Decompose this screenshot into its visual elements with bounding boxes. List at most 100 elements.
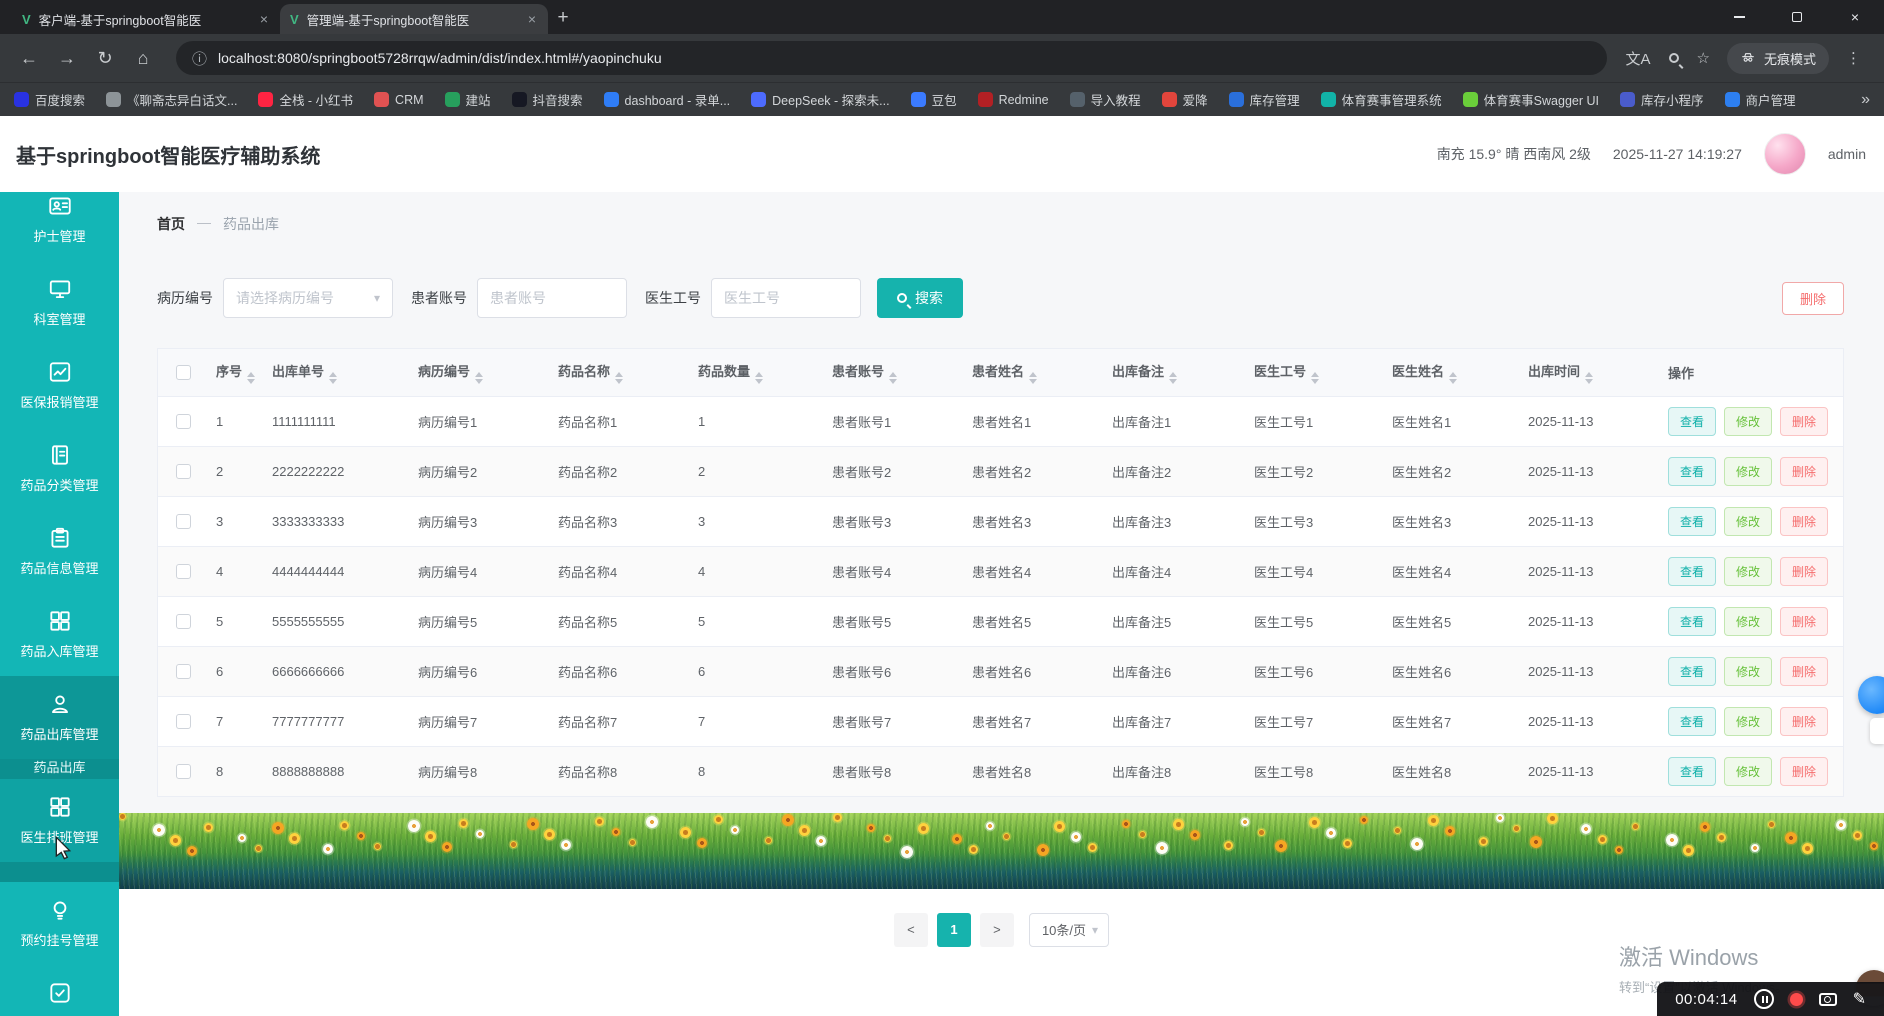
bookmark-item[interactable]: CRM: [374, 92, 424, 107]
window-maximize-button[interactable]: [1768, 0, 1826, 34]
info-icon[interactable]: ⓘ: [192, 48, 207, 69]
star-icon[interactable]: ☆: [1697, 49, 1710, 67]
case-number-select[interactable]: 请选择病历编号 ▾: [223, 278, 393, 318]
delete-row-button[interactable]: 删除: [1780, 706, 1829, 736]
view-button[interactable]: 查看: [1668, 456, 1717, 486]
row-checkbox[interactable]: [175, 463, 191, 479]
next-page-button[interactable]: >: [979, 912, 1014, 947]
sort-carets[interactable]: [1585, 371, 1594, 384]
sort-carets[interactable]: [1311, 371, 1320, 384]
bookmark-item[interactable]: 体育赛事Swagger UI: [1462, 90, 1599, 109]
doctor-id-input[interactable]: 医生工号: [711, 278, 861, 318]
view-button[interactable]: 查看: [1668, 406, 1717, 436]
sidebar-item-6[interactable]: 药品入库管理: [0, 593, 119, 676]
forward-icon[interactable]: →: [52, 48, 82, 69]
bookmark-item[interactable]: 商户管理: [1724, 90, 1796, 109]
row-checkbox[interactable]: [175, 513, 191, 529]
bookmark-item[interactable]: Redmine: [977, 92, 1049, 107]
bookmark-item[interactable]: dashboard - 录单...: [603, 90, 730, 109]
pencil-icon[interactable]: ✎: [1853, 989, 1866, 1009]
sidebar-item-12[interactable]: [0, 965, 119, 1016]
zoom-icon[interactable]: [1668, 53, 1679, 63]
sidebar-item-partial[interactable]: 药品出库: [0, 759, 119, 779]
delete-row-button[interactable]: 删除: [1780, 456, 1829, 486]
camera-icon[interactable]: [1818, 992, 1837, 1006]
floating-widget-tab[interactable]: [1870, 718, 1884, 744]
view-button[interactable]: 查看: [1668, 706, 1717, 736]
window-minimize-button[interactable]: [1710, 0, 1768, 34]
sidebar-item-3[interactable]: 医保报销管理: [0, 344, 119, 427]
sort-carets[interactable]: [889, 371, 898, 384]
delete-row-button[interactable]: 删除: [1780, 756, 1829, 786]
sort-carets[interactable]: [615, 371, 624, 384]
row-checkbox[interactable]: [175, 713, 191, 729]
delete-row-button[interactable]: 删除: [1780, 606, 1829, 636]
bookmark-item[interactable]: 百度搜索: [14, 90, 85, 109]
page-size-select[interactable]: 10条/页 ▾: [1028, 912, 1110, 947]
tab-close-icon[interactable]: ×: [258, 11, 270, 27]
floating-widget-button[interactable]: [1858, 676, 1884, 714]
bookmark-item[interactable]: 库存管理: [1228, 90, 1300, 109]
bookmark-item[interactable]: 导入教程: [1069, 90, 1141, 109]
view-button[interactable]: 查看: [1668, 556, 1717, 586]
edit-button[interactable]: 修改: [1724, 706, 1773, 736]
window-close-button[interactable]: ×: [1826, 0, 1884, 34]
edit-button[interactable]: 修改: [1724, 656, 1773, 686]
back-icon[interactable]: ←: [14, 48, 44, 69]
sort-carets[interactable]: [1449, 371, 1458, 384]
row-checkbox[interactable]: [175, 413, 191, 429]
sort-carets[interactable]: [247, 371, 256, 384]
edit-button[interactable]: 修改: [1724, 456, 1773, 486]
bookmark-item[interactable]: 全栈 - 小红书: [258, 90, 353, 109]
bookmark-item[interactable]: 《聊斋志异白话文...: [106, 90, 237, 109]
sort-carets[interactable]: [475, 371, 484, 384]
new-tab-button[interactable]: +: [548, 4, 578, 34]
bookmarks-overflow-icon[interactable]: »: [1861, 91, 1870, 109]
translate-icon[interactable]: 文A: [1626, 48, 1651, 69]
sidebar-item-partial[interactable]: [0, 862, 119, 882]
menu-icon[interactable]: ⋮: [1846, 49, 1861, 67]
delete-button[interactable]: 删除: [1781, 281, 1844, 315]
patient-account-input[interactable]: 患者账号: [477, 278, 627, 318]
browser-tab-1[interactable]: V 客户端-基于springboot智能医 ×: [12, 4, 280, 34]
bookmark-item[interactable]: 库存小程序: [1619, 90, 1704, 109]
row-checkbox[interactable]: [175, 763, 191, 779]
home-icon[interactable]: ⌂: [128, 48, 158, 69]
breadcrumb-home[interactable]: 首页: [157, 214, 185, 234]
page-1-button[interactable]: 1: [936, 912, 971, 947]
bookmark-item[interactable]: DeepSeek - 探索未...: [751, 90, 890, 109]
select-all-checkbox[interactable]: [175, 364, 191, 380]
edit-button[interactable]: 修改: [1724, 756, 1773, 786]
delete-row-button[interactable]: 删除: [1780, 556, 1829, 586]
bookmark-item[interactable]: 爱降: [1161, 90, 1208, 109]
prev-page-button[interactable]: <: [893, 912, 928, 947]
sort-carets[interactable]: [1029, 371, 1038, 384]
bookmark-item[interactable]: 体育赛事管理系统: [1320, 90, 1442, 109]
bookmark-item[interactable]: 建站: [444, 90, 491, 109]
view-button[interactable]: 查看: [1668, 606, 1717, 636]
sidebar-item-2[interactable]: 科室管理: [0, 261, 119, 344]
sidebar-item-1[interactable]: 护士管理: [0, 192, 119, 261]
row-checkbox[interactable]: [175, 663, 191, 679]
sort-carets[interactable]: [1169, 371, 1178, 384]
bookmark-item[interactable]: 抖音搜索: [511, 90, 583, 109]
view-button[interactable]: 查看: [1668, 756, 1717, 786]
sidebar-item-5[interactable]: 药品信息管理: [0, 510, 119, 593]
sidebar-item-9[interactable]: 医生排班管理: [0, 779, 119, 862]
row-checkbox[interactable]: [175, 563, 191, 579]
bookmark-item[interactable]: 豆包: [910, 90, 957, 109]
row-checkbox[interactable]: [175, 613, 191, 629]
sort-carets[interactable]: [329, 371, 338, 384]
delete-row-button[interactable]: 删除: [1780, 656, 1829, 686]
edit-button[interactable]: 修改: [1724, 556, 1773, 586]
browser-tab-2[interactable]: V 管理端-基于springboot智能医 ×: [280, 4, 548, 34]
avatar[interactable]: [1763, 133, 1806, 175]
delete-row-button[interactable]: 删除: [1780, 506, 1829, 536]
reload-icon[interactable]: ↻: [90, 48, 120, 69]
tab-close-icon[interactable]: ×: [526, 11, 538, 27]
sidebar-item-4[interactable]: 药品分类管理: [0, 427, 119, 510]
search-button[interactable]: 搜索: [877, 278, 963, 318]
delete-row-button[interactable]: 删除: [1780, 406, 1829, 436]
view-button[interactable]: 查看: [1668, 506, 1717, 536]
sort-carets[interactable]: [755, 371, 764, 384]
